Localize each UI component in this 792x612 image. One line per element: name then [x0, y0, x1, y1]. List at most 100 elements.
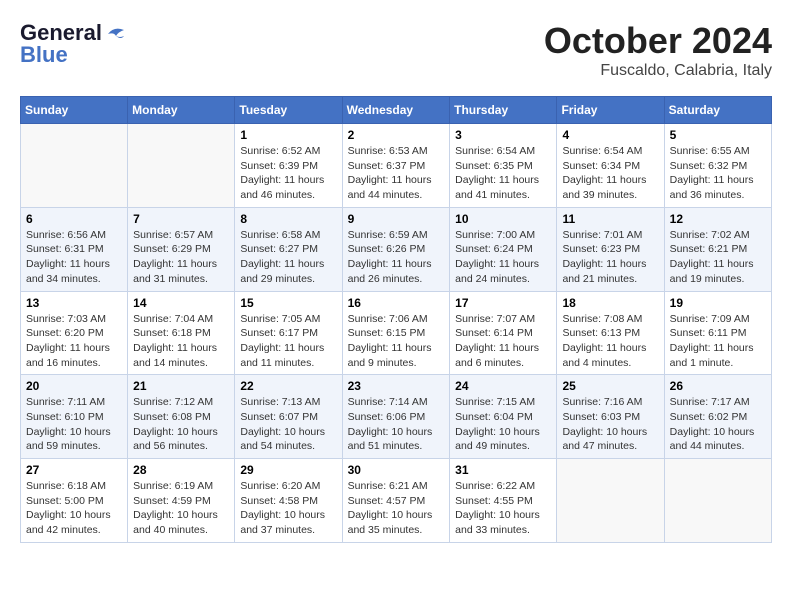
day-number: 16	[348, 296, 445, 310]
day-number: 23	[348, 379, 445, 393]
title-block: October 2024 Fuscaldo, Calabria, Italy	[544, 20, 772, 80]
day-info: Sunrise: 6:21 AMSunset: 4:57 PMDaylight:…	[348, 479, 445, 538]
day-info: Sunrise: 7:06 AMSunset: 6:15 PMDaylight:…	[348, 312, 445, 371]
calendar-dow-friday: Friday	[557, 97, 664, 124]
day-info: Sunrise: 7:02 AMSunset: 6:21 PMDaylight:…	[670, 228, 766, 287]
calendar-cell: 25Sunrise: 7:16 AMSunset: 6:03 PMDayligh…	[557, 375, 664, 459]
day-number: 15	[240, 296, 336, 310]
calendar-week-row: 20 Sunrise: 7:11 AMSunset: 6:10 PMDayligh…	[21, 375, 772, 459]
calendar-header-row: SundayMondayTuesdayWednesdayThursdayFrid…	[21, 97, 772, 124]
calendar-cell: 27 Sunrise: 6:18 AMSunset: 5:00 PMDayligh…	[21, 459, 128, 543]
month-title: October 2024	[544, 20, 772, 62]
calendar-cell	[557, 459, 664, 543]
day-number: 17	[455, 296, 551, 310]
day-number: 24	[455, 379, 551, 393]
calendar-cell: 3Sunrise: 6:54 AMSunset: 6:35 PMDaylight…	[450, 124, 557, 208]
calendar-week-row: 27 Sunrise: 6:18 AMSunset: 5:00 PMDayligh…	[21, 459, 772, 543]
day-number: 21	[133, 379, 229, 393]
calendar-cell: 31 Sunrise: 6:22 AMSunset: 4:55 PMDayligh…	[450, 459, 557, 543]
day-info: Sunrise: 7:13 AMSunset: 6:07 PMDaylight:…	[240, 395, 336, 454]
calendar-cell: 7 Sunrise: 6:57 AMSunset: 6:29 PMDaylight…	[128, 207, 235, 291]
day-info: Sunrise: 7:11 AMSunset: 6:10 PMDaylight:…	[26, 395, 122, 454]
day-number: 13	[26, 296, 122, 310]
calendar-week-row: 13 Sunrise: 7:03 AMSunset: 6:20 PMDayligh…	[21, 291, 772, 375]
calendar-cell: 13 Sunrise: 7:03 AMSunset: 6:20 PMDayligh…	[21, 291, 128, 375]
calendar-cell: 20 Sunrise: 7:11 AMSunset: 6:10 PMDayligh…	[21, 375, 128, 459]
calendar-cell: 15Sunrise: 7:05 AMSunset: 6:17 PMDayligh…	[235, 291, 342, 375]
calendar-cell: 14 Sunrise: 7:04 AMSunset: 6:18 PMDayligh…	[128, 291, 235, 375]
day-number: 26	[670, 379, 766, 393]
day-number: 28	[133, 463, 229, 477]
day-number: 7	[133, 212, 229, 226]
day-number: 27	[26, 463, 122, 477]
calendar-week-row: 1Sunrise: 6:52 AMSunset: 6:39 PMDaylight…	[21, 124, 772, 208]
day-number: 8	[240, 212, 336, 226]
calendar-cell: 5 Sunrise: 6:55 AMSunset: 6:32 PMDaylight…	[664, 124, 771, 208]
calendar-cell: 10 Sunrise: 7:00 AMSunset: 6:24 PMDayligh…	[450, 207, 557, 291]
calendar-table: SundayMondayTuesdayWednesdayThursdayFrid…	[20, 96, 772, 543]
day-info: Sunrise: 7:03 AMSunset: 6:20 PMDaylight:…	[26, 312, 122, 371]
calendar-cell: 16 Sunrise: 7:06 AMSunset: 6:15 PMDayligh…	[342, 291, 450, 375]
day-info: Sunrise: 7:08 AMSunset: 6:13 PMDaylight:…	[562, 312, 658, 371]
day-number: 20	[26, 379, 122, 393]
day-number: 12	[670, 212, 766, 226]
day-number: 14	[133, 296, 229, 310]
calendar-cell	[21, 124, 128, 208]
calendar-cell: 11Sunrise: 7:01 AMSunset: 6:23 PMDayligh…	[557, 207, 664, 291]
day-number: 30	[348, 463, 445, 477]
day-info: Sunrise: 6:57 AMSunset: 6:29 PMDaylight:…	[133, 228, 229, 287]
day-number: 22	[240, 379, 336, 393]
day-info: Sunrise: 7:12 AMSunset: 6:08 PMDaylight:…	[133, 395, 229, 454]
day-number: 18	[562, 296, 658, 310]
calendar-dow-monday: Monday	[128, 97, 235, 124]
calendar-dow-thursday: Thursday	[450, 97, 557, 124]
day-info: Sunrise: 7:15 AMSunset: 6:04 PMDaylight:…	[455, 395, 551, 454]
location: Fuscaldo, Calabria, Italy	[544, 62, 772, 80]
calendar-cell: 4Sunrise: 6:54 AMSunset: 6:34 PMDaylight…	[557, 124, 664, 208]
calendar-cell: 9Sunrise: 6:59 AMSunset: 6:26 PMDaylight…	[342, 207, 450, 291]
day-info: Sunrise: 6:22 AMSunset: 4:55 PMDaylight:…	[455, 479, 551, 538]
day-info: Sunrise: 6:18 AMSunset: 5:00 PMDaylight:…	[26, 479, 122, 538]
day-number: 29	[240, 463, 336, 477]
calendar-cell: 17 Sunrise: 7:07 AMSunset: 6:14 PMDayligh…	[450, 291, 557, 375]
calendar-cell: 19 Sunrise: 7:09 AMSunset: 6:11 PMDayligh…	[664, 291, 771, 375]
calendar-cell: 30 Sunrise: 6:21 AMSunset: 4:57 PMDayligh…	[342, 459, 450, 543]
calendar-cell: 23 Sunrise: 7:14 AMSunset: 6:06 PMDayligh…	[342, 375, 450, 459]
day-info: Sunrise: 7:04 AMSunset: 6:18 PMDaylight:…	[133, 312, 229, 371]
day-info: Sunrise: 7:07 AMSunset: 6:14 PMDaylight:…	[455, 312, 551, 371]
day-number: 31	[455, 463, 551, 477]
calendar-cell: 12 Sunrise: 7:02 AMSunset: 6:21 PMDayligh…	[664, 207, 771, 291]
calendar-cell	[128, 124, 235, 208]
calendar-cell: 8 Sunrise: 6:58 AMSunset: 6:27 PMDaylight…	[235, 207, 342, 291]
day-info: Sunrise: 6:54 AMSunset: 6:35 PMDaylight:…	[455, 144, 551, 203]
calendar-cell: 29 Sunrise: 6:20 AMSunset: 4:58 PMDayligh…	[235, 459, 342, 543]
day-info: Sunrise: 6:58 AMSunset: 6:27 PMDaylight:…	[240, 228, 336, 287]
calendar-cell: 18 Sunrise: 7:08 AMSunset: 6:13 PMDayligh…	[557, 291, 664, 375]
day-info: Sunrise: 7:17 AMSunset: 6:02 PMDaylight:…	[670, 395, 766, 454]
calendar-dow-wednesday: Wednesday	[342, 97, 450, 124]
day-info: Sunrise: 7:09 AMSunset: 6:11 PMDaylight:…	[670, 312, 766, 371]
day-info: Sunrise: 6:20 AMSunset: 4:58 PMDaylight:…	[240, 479, 336, 538]
page-header: General Blue October 2024 Fuscaldo, Cala…	[20, 20, 772, 80]
calendar-cell: 22 Sunrise: 7:13 AMSunset: 6:07 PMDayligh…	[235, 375, 342, 459]
day-info: Sunrise: 6:59 AMSunset: 6:26 PMDaylight:…	[348, 228, 445, 287]
day-number: 10	[455, 212, 551, 226]
calendar-dow-sunday: Sunday	[21, 97, 128, 124]
day-info: Sunrise: 7:16 AMSunset: 6:03 PMDaylight:…	[562, 395, 658, 454]
day-info: Sunrise: 7:00 AMSunset: 6:24 PMDaylight:…	[455, 228, 551, 287]
day-info: Sunrise: 6:52 AMSunset: 6:39 PMDaylight:…	[240, 144, 336, 203]
calendar-cell: 6Sunrise: 6:56 AMSunset: 6:31 PMDaylight…	[21, 207, 128, 291]
calendar-cell: 24 Sunrise: 7:15 AMSunset: 6:04 PMDayligh…	[450, 375, 557, 459]
day-number: 19	[670, 296, 766, 310]
calendar-cell	[664, 459, 771, 543]
logo: General Blue	[20, 20, 126, 68]
day-info: Sunrise: 6:53 AMSunset: 6:37 PMDaylight:…	[348, 144, 445, 203]
day-info: Sunrise: 7:14 AMSunset: 6:06 PMDaylight:…	[348, 395, 445, 454]
calendar-dow-saturday: Saturday	[664, 97, 771, 124]
day-number: 2	[348, 128, 445, 142]
day-info: Sunrise: 6:56 AMSunset: 6:31 PMDaylight:…	[26, 228, 122, 287]
calendar-cell: 26 Sunrise: 7:17 AMSunset: 6:02 PMDayligh…	[664, 375, 771, 459]
logo-bird-icon	[106, 26, 126, 40]
day-info: Sunrise: 6:55 AMSunset: 6:32 PMDaylight:…	[670, 144, 766, 203]
day-number: 5	[670, 128, 766, 142]
